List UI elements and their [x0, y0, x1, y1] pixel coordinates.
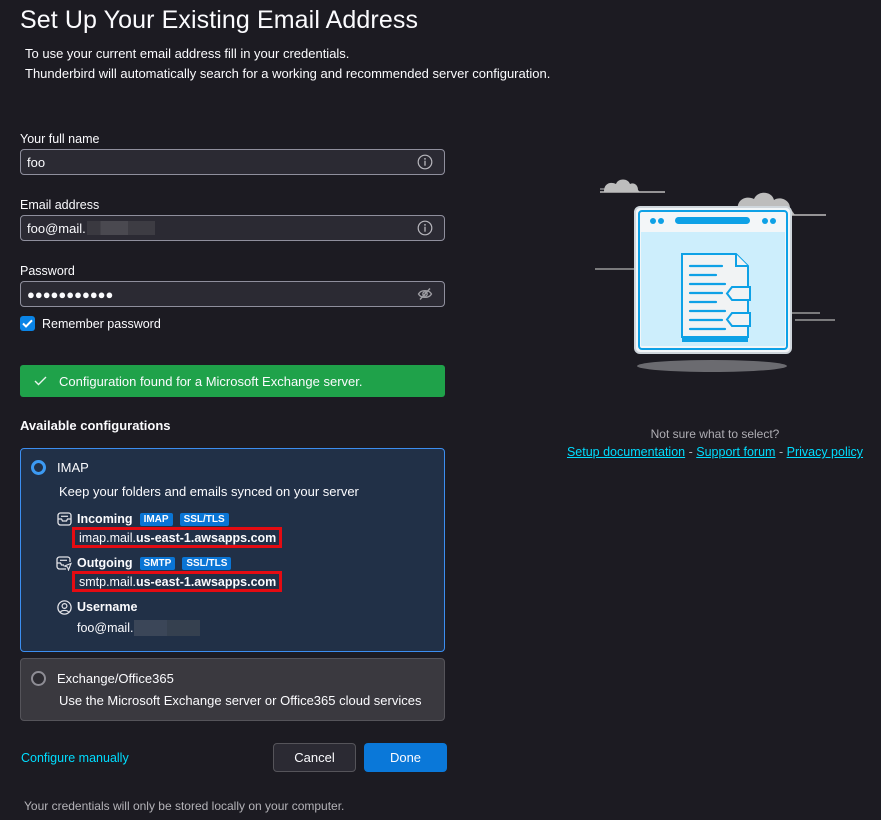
incoming-protocol-tag: IMAP	[139, 512, 173, 526]
email-input[interactable]: foo@mail.	[20, 215, 445, 241]
outgoing-protocol-tag: SMTP	[139, 556, 176, 570]
imap-label: IMAP	[57, 460, 89, 475]
remember-password-checkbox[interactable]	[20, 316, 35, 331]
document-icon	[681, 253, 751, 342]
password-value: ●●●●●●●●●●●	[27, 286, 114, 302]
page-title: Set Up Your Existing Email Address	[20, 6, 419, 34]
full-name-value: foo	[27, 154, 46, 170]
username-value: foo@mail.	[77, 621, 134, 635]
cancel-button[interactable]: Cancel	[273, 743, 356, 772]
info-icon[interactable]	[416, 219, 434, 237]
status-banner-text: Configuration found for a Microsoft Exch…	[59, 373, 363, 389]
inbox-icon	[56, 511, 72, 527]
redacted-region	[86, 221, 155, 235]
config-option-exchange[interactable]: Exchange/Office365 Use the Microsoft Exc…	[20, 658, 445, 721]
setup-illustration	[595, 179, 835, 372]
outgoing-host-domain: us-east-1.awsapps.com	[135, 574, 277, 589]
outgoing-host: smtp.mail. us-east-1.awsapps.com	[72, 571, 283, 592]
configure-manually-link[interactable]: Configure manually	[21, 751, 129, 765]
config-option-imap[interactable]: IMAP Keep your folders and emails synced…	[20, 448, 445, 652]
setup-documentation-link[interactable]: Setup documentation	[567, 445, 685, 459]
outgoing-row: Outgoing SMTP SSL/TLS	[56, 555, 232, 571]
password-input[interactable]: ●●●●●●●●●●●	[20, 281, 445, 307]
checkmark-icon	[34, 376, 47, 386]
remember-password-row[interactable]: Remember password	[20, 316, 161, 331]
exchange-label: Exchange/Office365	[57, 671, 174, 686]
description-line-1: To use your current email address fill i…	[25, 46, 350, 61]
credentials-footnote: Your credentials will only be stored loc…	[24, 799, 345, 813]
exchange-radio[interactable]	[31, 671, 46, 686]
eye-slash-icon[interactable]	[416, 285, 434, 303]
incoming-label: Incoming	[77, 512, 133, 526]
full-name-input[interactable]: foo	[20, 149, 445, 175]
incoming-row: Incoming IMAP SSL/TLS	[56, 511, 229, 527]
redacted-region	[134, 620, 201, 636]
exchange-radio-row[interactable]: Exchange/Office365	[31, 671, 174, 686]
available-configurations-heading: Available configurations	[20, 418, 171, 433]
remember-password-label: Remember password	[42, 316, 161, 331]
email-label: Email address	[20, 198, 100, 212]
link-separator: -	[778, 445, 784, 459]
shadow	[637, 360, 787, 372]
link-separator: -	[688, 445, 693, 459]
info-icon[interactable]	[416, 153, 434, 171]
help-question: Not sure what to select?	[650, 427, 780, 441]
outgoing-host-prefix: smtp.mail.	[79, 574, 136, 589]
incoming-host-prefix: imap.mail.	[79, 530, 136, 545]
privacy-policy-link[interactable]: Privacy policy	[787, 445, 863, 459]
incoming-host: imap.mail. us-east-1.awsapps.com	[72, 527, 283, 548]
imap-radio-row[interactable]: IMAP	[31, 460, 89, 475]
incoming-host-domain: us-east-1.awsapps.com	[135, 530, 277, 545]
incoming-security-tag: SSL/TLS	[179, 512, 229, 526]
outgoing-security-tag: SSL/TLS	[182, 556, 232, 570]
username-value-row: foo@mail.	[77, 620, 201, 636]
user-icon	[56, 599, 72, 615]
status-banner: Configuration found for a Microsoft Exch…	[20, 365, 445, 397]
username-row: Username	[56, 599, 137, 615]
description-line-2: Thunderbird will automatically search fo…	[25, 66, 551, 81]
username-label: Username	[77, 600, 138, 614]
imap-radio[interactable]	[31, 460, 46, 475]
full-name-label: Your full name	[20, 132, 100, 146]
exchange-description: Use the Microsoft Exchange server or Off…	[59, 693, 422, 708]
done-button[interactable]: Done	[364, 743, 447, 772]
imap-description: Keep your folders and emails synced on y…	[59, 484, 359, 499]
outgoing-label: Outgoing	[77, 556, 133, 570]
password-label: Password	[20, 264, 75, 278]
help-links: Setup documentation - Support forum - Pr…	[560, 445, 870, 459]
support-forum-link[interactable]: Support forum	[696, 445, 775, 459]
outbox-send-icon	[56, 555, 72, 571]
cloud-left	[600, 179, 665, 193]
email-value: foo@mail.	[27, 220, 86, 236]
